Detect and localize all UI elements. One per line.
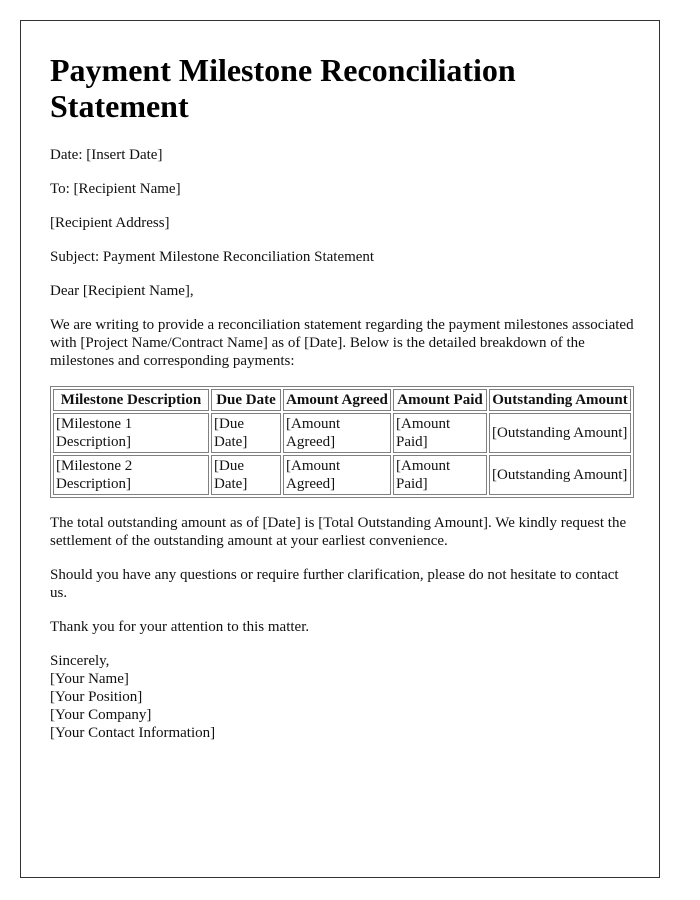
sender-contact: [Your Contact Information]	[50, 725, 216, 741]
document-title: Payment Milestone Reconciliation Stateme…	[50, 52, 516, 124]
header-outstanding-amount: Outstanding Amount	[489, 389, 631, 411]
letter-page: Payment Milestone Reconciliation Stateme…	[20, 20, 660, 878]
table-row: [Milestone 1 Description] [Due Date] [Am…	[53, 413, 631, 453]
cell-amount-paid: [Amount Paid]	[393, 455, 487, 495]
questions-paragraph: Should you have any questions or require…	[50, 567, 619, 601]
header-amount-agreed: Amount Agreed	[283, 389, 391, 411]
date-line: Date: [Insert Date]	[50, 147, 163, 163]
intro-paragraph: We are writing to provide a reconciliati…	[50, 317, 634, 369]
cell-milestone-description: [Milestone 2 Description]	[53, 455, 209, 495]
signature-block: Sincerely, [Your Name] [Your Position] […	[50, 652, 634, 742]
header-milestone-description: Milestone Description	[53, 389, 209, 411]
cell-amount-agreed: [Amount Agreed]	[283, 455, 391, 495]
cell-amount-paid: [Amount Paid]	[393, 413, 487, 453]
sender-position: [Your Position]	[50, 689, 143, 705]
sender-name: [Your Name]	[50, 671, 129, 687]
total-outstanding-paragraph: The total outstanding amount as of [Date…	[50, 515, 627, 549]
cell-amount-agreed: [Amount Agreed]	[283, 413, 391, 453]
milestones-table: Milestone Description Due Date Amount Ag…	[50, 386, 634, 498]
cell-outstanding-amount: [Outstanding Amount]	[489, 455, 631, 495]
header-due-date: Due Date	[211, 389, 281, 411]
salutation: Dear [Recipient Name],	[50, 283, 194, 299]
table-header-row: Milestone Description Due Date Amount Ag…	[53, 389, 631, 411]
table-row: [Milestone 2 Description] [Due Date] [Am…	[53, 455, 631, 495]
cell-outstanding-amount: [Outstanding Amount]	[489, 413, 631, 453]
cell-milestone-description: [Milestone 1 Description]	[53, 413, 209, 453]
closing: Sincerely,	[50, 653, 110, 669]
recipient-address: [Recipient Address]	[50, 215, 170, 231]
header-amount-paid: Amount Paid	[393, 389, 487, 411]
cell-due-date: [Due Date]	[211, 413, 281, 453]
subject-line: Subject: Payment Milestone Reconciliatio…	[50, 249, 375, 265]
cell-due-date: [Due Date]	[211, 455, 281, 495]
letter-content: Payment Milestone Reconciliation Stateme…	[50, 52, 634, 742]
recipient-line: To: [Recipient Name]	[50, 181, 181, 197]
sender-company: [Your Company]	[50, 707, 152, 723]
thanks-paragraph: Thank you for your attention to this mat…	[50, 619, 310, 635]
